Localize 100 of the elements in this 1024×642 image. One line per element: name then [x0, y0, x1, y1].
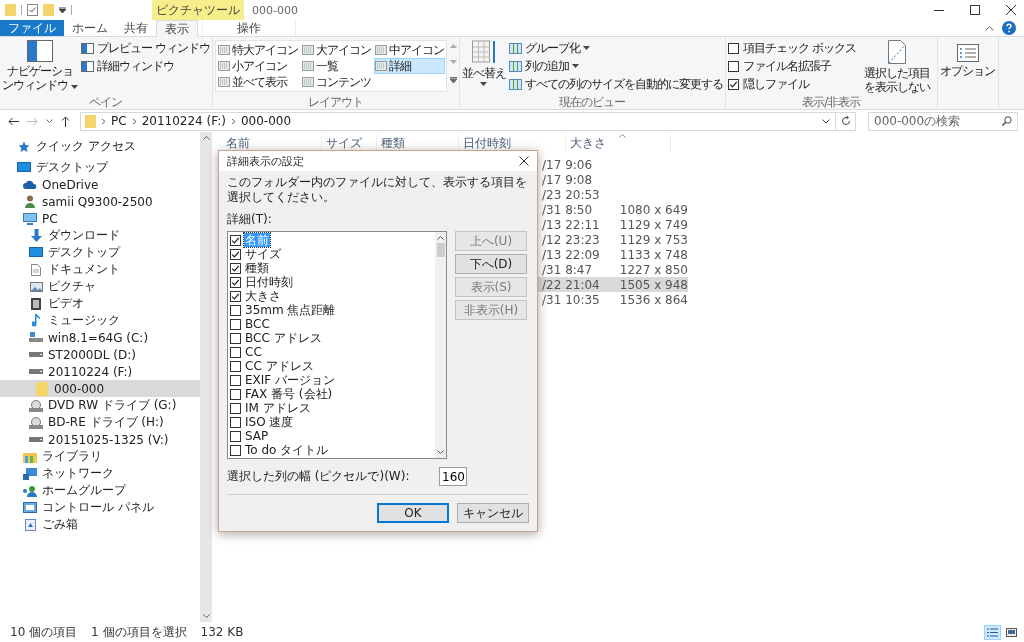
layout-option[interactable]: 一覧 [300, 58, 372, 74]
checkbox[interactable] [230, 234, 241, 246]
navigation-item[interactable]: ホームグループ [0, 482, 200, 499]
scrollbar[interactable] [200, 132, 212, 622]
options-button[interactable]: オプション [939, 40, 996, 109]
detail-item[interactable]: BCC アドレス [230, 331, 435, 345]
detail-item[interactable]: サイズ [230, 247, 435, 261]
collapse-ribbon-icon[interactable] [985, 25, 994, 31]
width-input[interactable]: 160 [439, 467, 467, 486]
checkbox[interactable] [230, 444, 241, 456]
refresh-icon[interactable] [841, 116, 851, 126]
detail-item[interactable]: CC [230, 345, 435, 359]
sort-button[interactable]: 並べ替え [461, 40, 506, 94]
navigation-pane-button[interactable]: ナビゲーションウィンドウ [2, 40, 78, 94]
scroll-down-icon[interactable] [437, 450, 444, 454]
detail-item[interactable]: CC アドレス [230, 359, 435, 373]
layout-option[interactable]: 小アイコン [216, 58, 299, 74]
scroll-up-icon[interactable] [437, 236, 444, 240]
detail-item[interactable]: BCC [230, 317, 435, 331]
navigation-item[interactable]: 000-000 [0, 380, 200, 397]
navigation-item[interactable]: win8.1=64G (C:) [0, 329, 200, 346]
navigation-item[interactable]: ミュージック [0, 312, 200, 329]
navigation-item[interactable]: コントロール パネル [0, 499, 200, 516]
navigation-item[interactable]: ドキュメント [0, 261, 200, 278]
pane-button[interactable]: 詳細ウィンドウ [81, 58, 210, 74]
ribbon-tab[interactable]: 表示 [156, 20, 198, 37]
properties-icon[interactable] [27, 4, 38, 16]
column-header[interactable]: 大きさ [566, 134, 671, 152]
detail-item[interactable]: To do タイトル [230, 443, 435, 457]
history-caret-icon[interactable] [822, 118, 830, 124]
hide-selected-button[interactable]: 選択した項目を表示しない [858, 40, 935, 94]
checkbox[interactable] [230, 374, 241, 386]
layout-option[interactable]: 特大アイコン [216, 42, 299, 58]
customize-caret-icon[interactable] [59, 6, 66, 14]
address-field[interactable]: PC 20110224 (F:) 000-000 [80, 111, 856, 131]
checkbox[interactable] [230, 318, 241, 330]
checkbox-option[interactable]: 項目チェック ボックス [727, 40, 856, 56]
checkbox[interactable] [230, 402, 241, 414]
detail-item[interactable]: SAP [230, 429, 435, 443]
ribbon-tab[interactable]: ホーム [64, 20, 116, 36]
scrollbar[interactable] [435, 232, 446, 458]
detail-item[interactable]: 大きさ [230, 289, 435, 303]
navigation-item[interactable]: ライブラリ [0, 448, 200, 465]
navigation-item[interactable]: クイック アクセス [0, 138, 200, 155]
checkbox[interactable] [230, 304, 241, 316]
detail-item[interactable]: IM アドレス [230, 401, 435, 415]
navigation-item[interactable]: ST2000DL (D:) [0, 346, 200, 363]
checkbox-option[interactable]: ファイル名拡張子 [727, 58, 856, 74]
view-button[interactable]: 列の追加 [508, 58, 723, 74]
more-caret-icon[interactable] [449, 77, 457, 83]
view-button[interactable]: グループ化 [508, 40, 723, 56]
up-arrow-icon[interactable] [61, 115, 70, 127]
search-field[interactable]: 000-000の検索 [868, 111, 1018, 131]
navigation-item[interactable]: ビデオ [0, 295, 200, 312]
navigation-item[interactable]: 20151025-1325 (V:) [0, 431, 200, 448]
checkbox[interactable] [230, 290, 241, 302]
checkbox[interactable] [230, 262, 241, 274]
view-button[interactable]: すべての列のサイズを自動的に変更する [508, 76, 723, 92]
checkbox[interactable] [230, 248, 241, 260]
layout-option[interactable]: 詳細 [373, 58, 445, 74]
navigation-item[interactable]: PC [0, 210, 200, 227]
checkbox-option[interactable]: 隠しファイル [727, 76, 856, 92]
list-action-button[interactable]: 下へ(D) [455, 254, 527, 274]
navigation-item[interactable]: OneDrive [0, 176, 200, 193]
checkbox[interactable] [727, 42, 739, 54]
checkbox[interactable] [230, 332, 241, 344]
detail-item[interactable]: FAX 番号 (会社) [230, 387, 435, 401]
checkbox[interactable] [230, 276, 241, 288]
layout-option[interactable]: コンテンツ [300, 74, 372, 90]
dialog-button[interactable]: OK [377, 503, 449, 523]
navigation-item[interactable]: ピクチャ [0, 278, 200, 295]
navigation-item[interactable]: ダウンロード [0, 227, 200, 244]
navigation-item[interactable]: デスクトップ [0, 159, 200, 176]
pane-button[interactable]: プレビュー ウィンドウ [81, 40, 210, 56]
checkbox[interactable] [230, 430, 241, 442]
help-icon[interactable] [1002, 21, 1016, 35]
ribbon-tab[interactable]: 操作 [202, 20, 296, 36]
checkbox[interactable] [230, 346, 241, 358]
back-arrow-icon[interactable] [8, 116, 19, 126]
navigation-item[interactable]: ごみ箱 [0, 516, 200, 533]
maximize-button[interactable] [970, 5, 980, 15]
scroll-down-icon[interactable] [202, 614, 210, 618]
checkbox[interactable] [727, 78, 739, 90]
detail-item[interactable]: 35mm 焦点距離 [230, 303, 435, 317]
close-button[interactable] [519, 156, 529, 166]
ribbon-tab[interactable]: 共有 [116, 20, 156, 36]
detail-item[interactable]: ISO 速度 [230, 415, 435, 429]
layout-option[interactable]: 中アイコン [373, 42, 445, 58]
navigation-item[interactable]: デスクトップ [0, 244, 200, 261]
checkbox[interactable] [230, 360, 241, 372]
dialog-button[interactable]: キャンセル [457, 503, 529, 523]
navigation-item[interactable]: DVD RW ドライブ (G:) [0, 397, 200, 414]
detail-item[interactable]: EXIF バージョン [230, 373, 435, 387]
navigation-item[interactable]: BD-RE ドライブ (H:) [0, 414, 200, 431]
ribbon-tab[interactable]: ファイル [0, 20, 64, 36]
scroll-up-icon[interactable] [202, 136, 210, 140]
detail-item[interactable]: 種類 [230, 261, 435, 275]
layout-option[interactable]: 大アイコン [300, 42, 372, 58]
layout-option[interactable]: 並べて表示 [216, 74, 299, 90]
navigation-item[interactable]: 20110224 (F:) [0, 363, 200, 380]
